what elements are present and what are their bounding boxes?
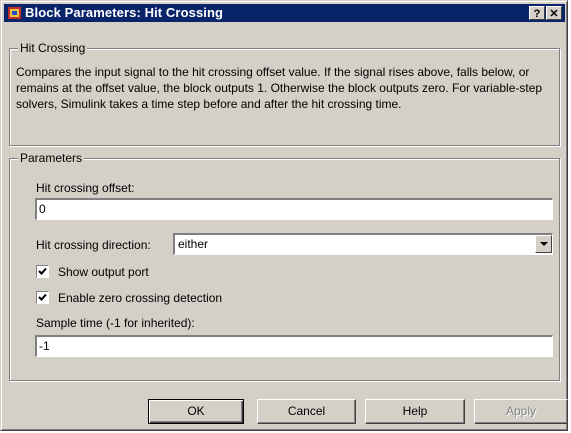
help-icon: ? [533,8,541,20]
dropdown-button[interactable] [535,235,552,253]
help-title-button[interactable]: ? [529,6,545,20]
sample-time-label: Sample time (-1 for inherited): [36,316,195,330]
checkmark-icon [38,293,47,301]
ok-button-label: OK [187,404,205,418]
apply-button[interactable]: Apply [474,399,568,424]
help-button-label: Help [402,404,428,418]
cancel-button[interactable]: Cancel [257,399,356,424]
direction-label: Hit crossing direction: [36,238,151,252]
help-button[interactable]: Help [365,399,465,424]
sample-time-input[interactable]: -1 [35,335,553,357]
cancel-button-label: Cancel [287,404,326,418]
checkmark-icon [38,267,47,275]
description-group-legend: Hit Crossing [18,41,88,55]
direction-value: either [178,237,209,251]
offset-input[interactable]: 0 [35,198,553,220]
parameters-group-legend: Parameters [18,151,85,165]
title-bar[interactable]: Block Parameters: Hit Crossing ? ✕ [4,4,565,22]
zero-crossing-label[interactable]: Enable zero crossing detection [58,291,222,305]
window-title: Block Parameters: Hit Crossing [25,5,224,20]
block-description: Compares the input signal to the hit cro… [16,65,543,111]
show-output-port-label[interactable]: Show output port [58,265,149,279]
close-icon: ✕ [549,8,559,20]
chevron-down-icon [540,242,548,246]
zero-crossing-checkbox[interactable] [36,291,49,304]
ok-button[interactable]: OK [148,399,244,424]
close-button[interactable]: ✕ [546,6,562,20]
show-output-port-checkbox[interactable] [36,265,49,278]
offset-label: Hit crossing offset: [36,181,135,195]
apply-button-label: Apply [505,404,537,418]
direction-select[interactable]: either [173,233,553,255]
simulink-block-icon[interactable] [7,5,23,21]
dialog-window: Block Parameters: Hit Crossing ? ✕ Hit C… [0,0,568,431]
